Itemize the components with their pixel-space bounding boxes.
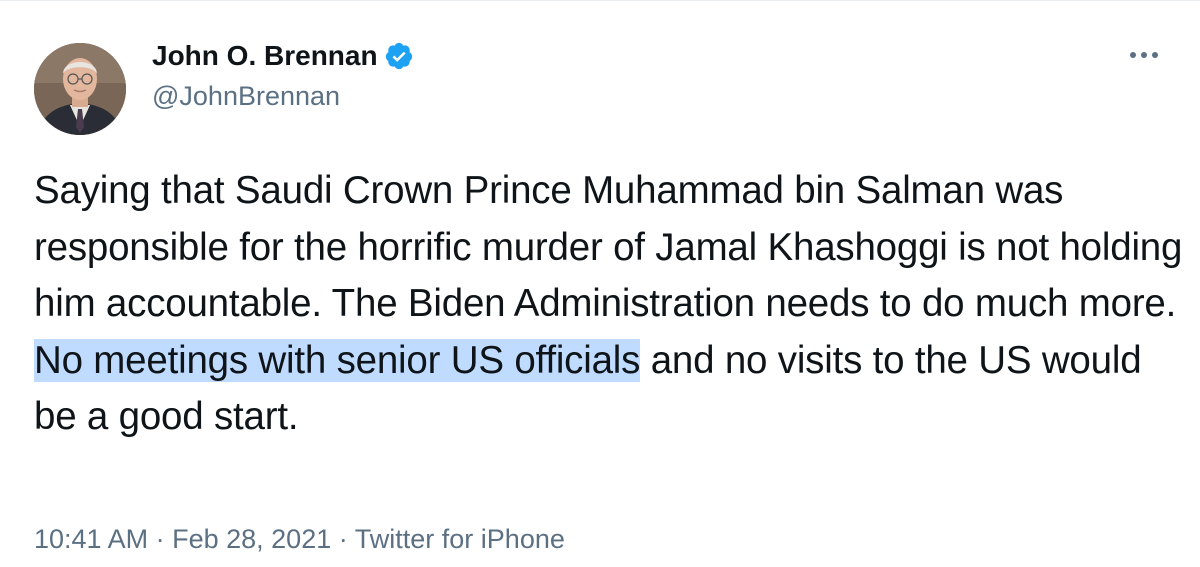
more-options-button[interactable] [1124, 40, 1164, 70]
author-name-row[interactable]: John O. Brennan [152, 36, 414, 76]
verified-badge-icon [384, 41, 414, 71]
tweet: John O. Brennan @JohnBrennan Saying that… [0, 0, 1200, 567]
more-options-icon [1130, 52, 1158, 58]
tweet-time[interactable]: 10:41 AM [34, 524, 148, 554]
tweet-text-highlighted: No meetings with senior US officials [34, 338, 641, 382]
tweet-source[interactable]: Twitter for iPhone [355, 524, 565, 554]
tweet-date[interactable]: Feb 28, 2021 [172, 524, 331, 554]
avatar[interactable] [34, 43, 126, 135]
avatar-image [34, 43, 126, 135]
tweet-text-part: Saying that Saudi Crown Prince Muhammad … [34, 169, 1183, 325]
author-handle[interactable]: @JohnBrennan [152, 78, 340, 114]
tweet-metadata: 10:41 AM · Feb 28, 2021 · Twitter for iP… [34, 519, 565, 559]
meta-separator: · [338, 524, 348, 554]
author-display-name[interactable]: John O. Brennan [152, 36, 378, 76]
meta-separator: · [155, 524, 165, 554]
tweet-text: Saying that Saudi Crown Prince Muhammad … [34, 163, 1184, 446]
